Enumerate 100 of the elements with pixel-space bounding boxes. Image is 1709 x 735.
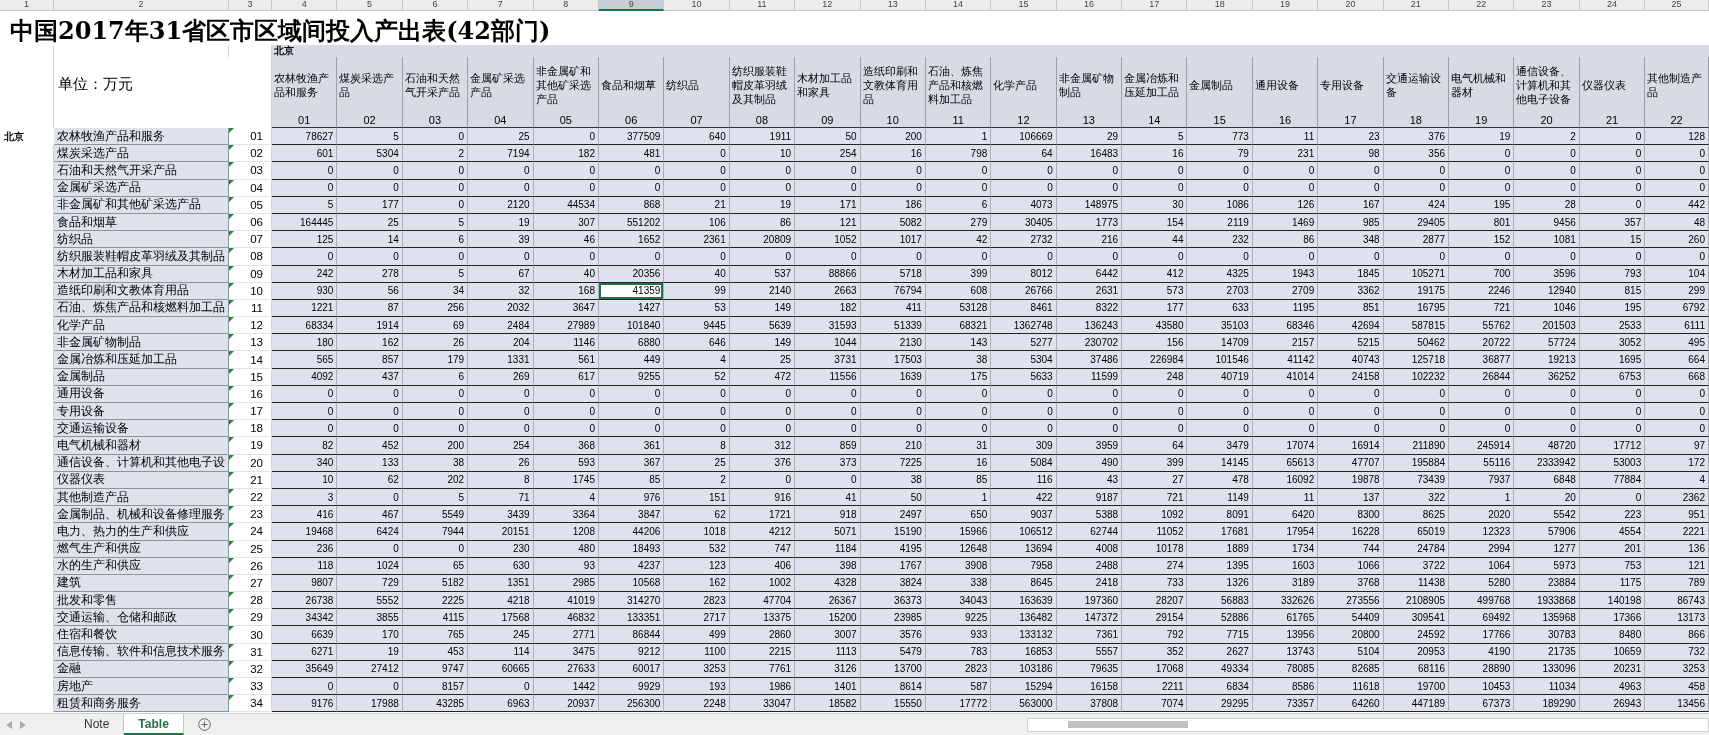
table-cell: 128 (1645, 128, 1709, 146)
column-header-name: 非金属矿和其他矿采选产品 (535, 64, 592, 107)
table-cell: 135968 (1514, 609, 1580, 627)
table-cell: 6834 (1187, 678, 1253, 696)
table-cell: 2732 (991, 231, 1057, 249)
column-number[interactable]: 10 (664, 0, 730, 11)
column-header-code: 02 (362, 113, 377, 127)
column-number[interactable]: 22 (1449, 0, 1515, 11)
row-header: 住宿和餐饮 (54, 626, 229, 644)
table-cell: 951 (1645, 506, 1709, 524)
table-cell: 0 (860, 403, 926, 421)
column-number[interactable]: 20 (1318, 0, 1384, 11)
column-number[interactable]: 8 (533, 0, 599, 11)
table-cell: 43285 (402, 695, 469, 713)
column-number[interactable]: 2 (54, 0, 229, 11)
table-cell: 9225 (925, 609, 992, 627)
column-number[interactable]: 25 (1645, 0, 1709, 11)
table-cell: 563000 (991, 695, 1057, 713)
table-cell: 0 (402, 162, 469, 180)
column-number[interactable]: 7 (468, 0, 534, 11)
table-cell: 0 (1514, 145, 1580, 163)
table-cell: 348 (1318, 231, 1384, 249)
column-number[interactable]: 15 (991, 0, 1057, 11)
table-cell: 499 (664, 626, 730, 644)
row-header: 农林牧渔产品和服务 (54, 128, 229, 146)
row-header: 金属制品、机械和设备修理服务 (54, 506, 229, 524)
column-number[interactable]: 12 (795, 0, 861, 11)
table-cell: 16 (1122, 145, 1188, 163)
column-number[interactable]: 23 (1514, 0, 1580, 11)
column-header-code: 09 (820, 113, 835, 127)
row-code: 19 (229, 437, 272, 455)
column-number[interactable]: 9 (598, 0, 665, 11)
table-cell: 1986 (729, 678, 796, 696)
add-icon (197, 718, 211, 731)
table-cell: 0 (337, 420, 403, 438)
table-cell: 170 (337, 626, 403, 644)
table-cell: 13173 (1645, 609, 1709, 627)
table-cell: 0 (1383, 403, 1450, 421)
table-cell: 1911 (729, 128, 796, 146)
sheet-tab[interactable]: Table (124, 714, 184, 735)
table-cell: 48720 (1514, 437, 1580, 455)
table-cell: 31593 (795, 317, 861, 335)
table-cell: 5 (1122, 128, 1188, 146)
table-cell: 69492 (1449, 609, 1515, 627)
table-cell: 42694 (1318, 317, 1384, 335)
column-number[interactable]: 1 (0, 0, 54, 11)
table-cell: 210 (860, 437, 926, 455)
table-cell: 17712 (1579, 437, 1646, 455)
table-cell: 20151 (468, 523, 534, 541)
table-cell: 34043 (925, 592, 992, 610)
table-cell: 0 (1645, 403, 1709, 421)
table-cell: 0 (1252, 162, 1319, 180)
table-cell: 0 (991, 248, 1057, 266)
column-number[interactable]: 16 (1056, 0, 1123, 11)
column-number[interactable]: 13 (860, 0, 926, 11)
table-cell: 1914 (337, 317, 403, 335)
column-number[interactable]: 5 (337, 0, 403, 11)
table-cell: 0 (1579, 248, 1646, 266)
scroll-right-icon[interactable] (20, 720, 26, 729)
table-cell: 7944 (402, 523, 469, 541)
table-cell: 15550 (860, 695, 926, 713)
table-cell: 2130 (860, 334, 926, 352)
table-cell: 5388 (1056, 506, 1123, 524)
table-cell: 69 (402, 317, 469, 335)
table-cell: 495 (1645, 334, 1709, 352)
table-cell: 449 (598, 351, 665, 369)
column-number[interactable]: 3 (229, 0, 272, 11)
table-cell: 147372 (1056, 609, 1123, 627)
column-number[interactable]: 21 (1383, 0, 1450, 11)
column-header-name: 非金属矿物制品 (1058, 71, 1115, 100)
table-cell: 133351 (598, 609, 665, 627)
table-cell: 0 (991, 403, 1057, 421)
table-cell: 0 (860, 248, 926, 266)
row-code: 13 (229, 334, 272, 352)
table-cell: 1721 (729, 506, 796, 524)
table-cell: 0 (598, 420, 665, 438)
row-header: 电气机械和器材 (54, 437, 229, 455)
column-number[interactable]: 18 (1187, 0, 1253, 11)
column-number[interactable]: 11 (729, 0, 796, 11)
sheet-title: 中国2017年31省区市区域间投入产出表(42部门) (9, 15, 552, 45)
table-cell: 1017 (860, 231, 926, 249)
column-number[interactable]: 17 (1122, 0, 1188, 11)
scroll-left-icon[interactable] (6, 720, 12, 729)
column-number[interactable]: 4 (272, 0, 338, 11)
table-cell: 2108905 (1383, 592, 1450, 610)
column-header-code: 06 (624, 113, 639, 127)
table-cell: 6963 (468, 695, 534, 713)
table-cell: 39 (468, 231, 534, 249)
table-cell: 254 (795, 145, 861, 163)
column-number[interactable]: 24 (1579, 0, 1646, 11)
table-cell: 4554 (1579, 523, 1646, 541)
table-cell: 857 (337, 351, 403, 369)
column-number[interactable]: 6 (402, 0, 469, 11)
table-cell: 68321 (925, 317, 992, 335)
column-number[interactable]: 19 (1252, 0, 1319, 11)
table-cell: 193 (664, 678, 730, 696)
column-header-name: 木材加工品和家具 (797, 71, 854, 100)
column-number[interactable]: 14 (925, 0, 992, 11)
table-cell: 98 (1318, 145, 1384, 163)
table-cell: 13956 (1252, 626, 1319, 644)
